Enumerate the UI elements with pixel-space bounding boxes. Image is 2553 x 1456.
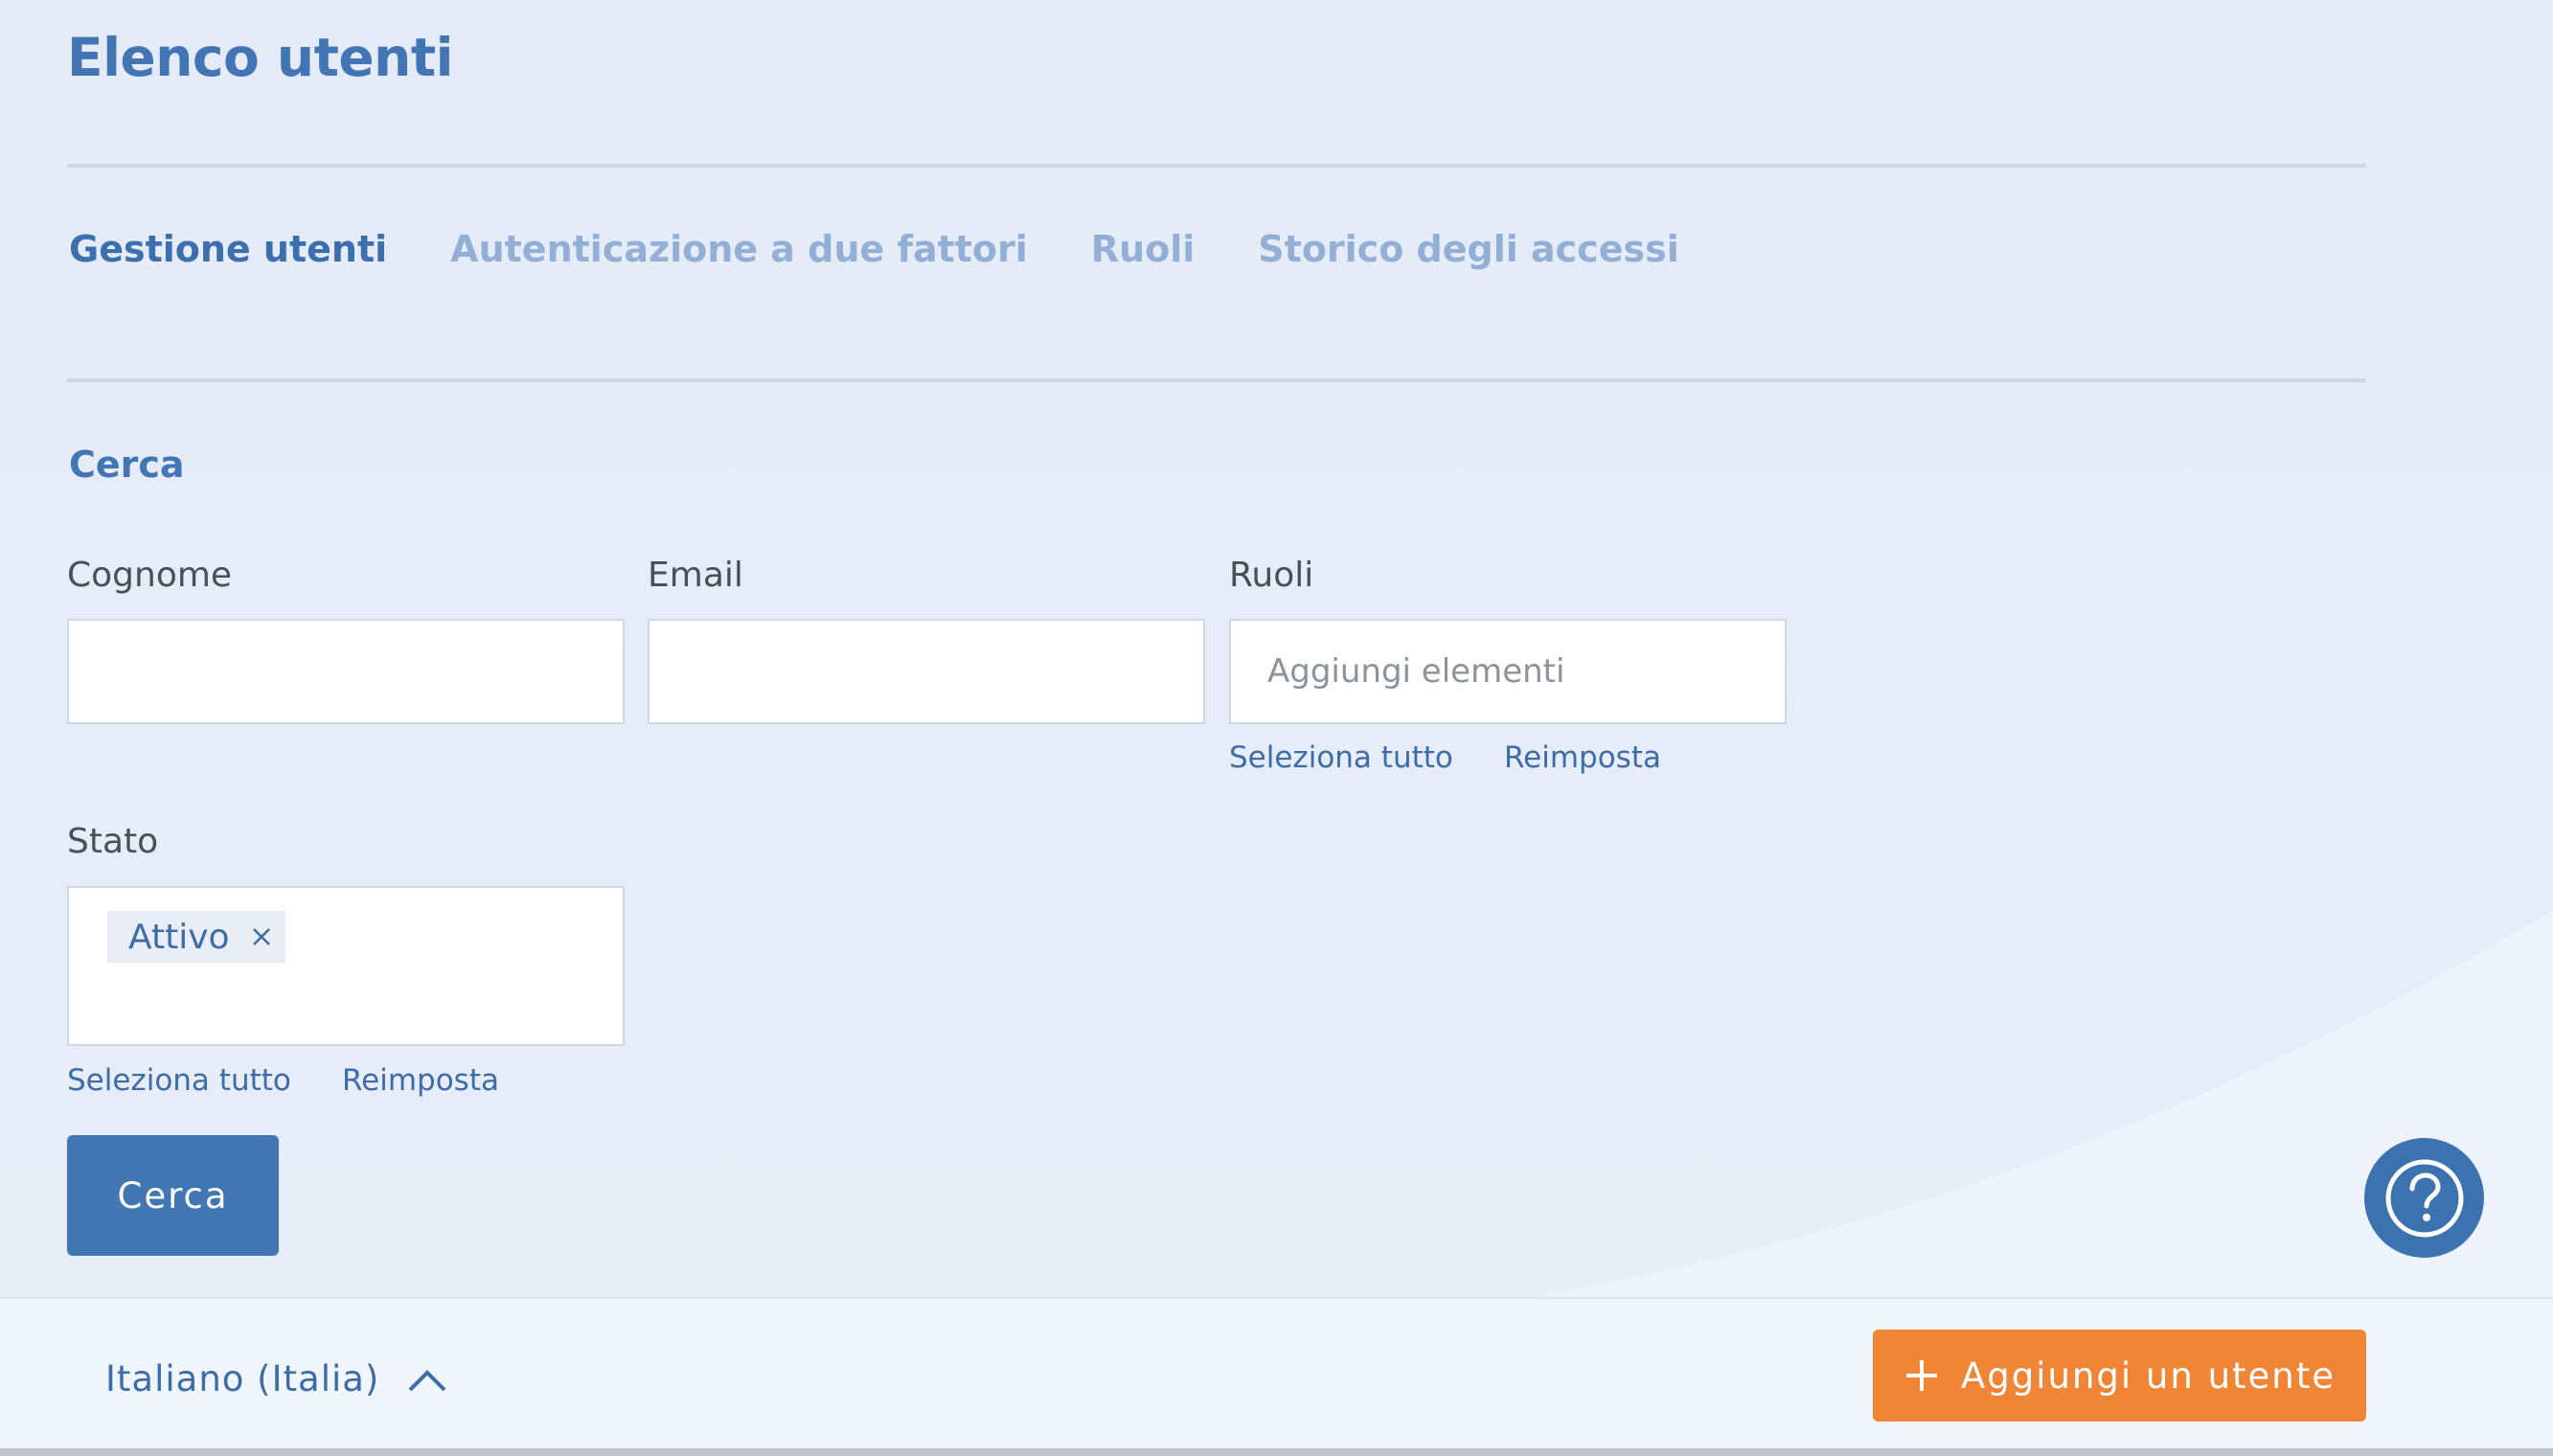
header-divider — [67, 164, 2366, 168]
tabs-divider — [67, 378, 2366, 382]
roles-input[interactable] — [1229, 619, 1787, 724]
search-button[interactable]: Cerca — [67, 1135, 279, 1256]
footer-bottom-border — [0, 1448, 2553, 1456]
language-selector[interactable]: Italiano (Italia) — [105, 1358, 448, 1399]
background-decoration — [1533, 910, 2553, 1297]
tab-bar: Gestione utenti Autenticazione a due fat… — [69, 228, 1743, 270]
email-input[interactable] — [648, 619, 1205, 724]
user-list-page: Elenco utenti Gestione utenti Autenticaz… — [0, 0, 2553, 1456]
status-chip-label: Attivo — [128, 917, 230, 957]
roles-reset-link[interactable]: Reimposta — [1504, 740, 1661, 775]
tab-roles[interactable]: Ruoli — [1091, 228, 1195, 270]
plus-icon — [1905, 1360, 1937, 1391]
help-button[interactable] — [2364, 1138, 2484, 1258]
roles-label: Ruoli — [1229, 556, 1314, 595]
status-label: Stato — [67, 822, 159, 861]
status-reset-link[interactable]: Reimposta — [342, 1063, 499, 1098]
tab-user-management[interactable]: Gestione utenti — [69, 228, 387, 270]
status-select-all-link[interactable]: Seleziona tutto — [67, 1063, 291, 1098]
status-multiselect[interactable]: Attivo — [67, 886, 625, 1046]
language-label: Italiano (Italia) — [105, 1358, 380, 1399]
close-icon[interactable] — [245, 921, 278, 953]
page-title: Elenco utenti — [67, 27, 453, 88]
tab-access-history[interactable]: Storico degli accessi — [1258, 228, 1678, 270]
surname-label: Cognome — [67, 556, 233, 595]
add-user-button[interactable]: Aggiungi un utente — [1873, 1330, 2366, 1422]
tab-two-factor-auth[interactable]: Autenticazione a due fattori — [450, 228, 1028, 270]
chevron-up-icon — [408, 1369, 446, 1391]
question-circle-icon — [2385, 1159, 2463, 1237]
status-chip: Attivo — [107, 911, 285, 963]
search-section-title: Cerca — [69, 444, 185, 486]
footer-bar: Italiano (Italia) Aggiungi un utente — [0, 1297, 2553, 1450]
add-user-label: Aggiungi un utente — [1960, 1354, 2336, 1397]
roles-select-all-link[interactable]: Seleziona tutto — [1229, 740, 1453, 775]
email-label: Email — [648, 556, 743, 595]
surname-input[interactable] — [67, 619, 625, 724]
